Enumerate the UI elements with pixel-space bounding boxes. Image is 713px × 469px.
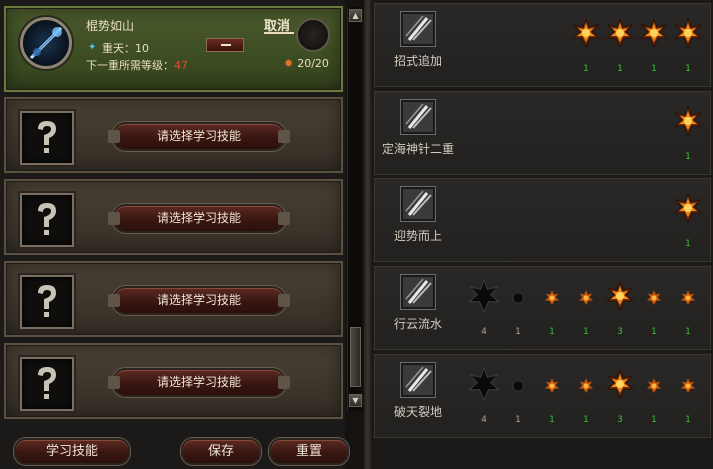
talent-level: 1 [651, 327, 657, 337]
talent-level: 1 [617, 64, 623, 74]
question-mark-icon[interactable] [20, 275, 74, 329]
talent-name: 迎势而上 [393, 229, 442, 243]
orange-gem-icon: ✹ [284, 57, 294, 70]
needle-talent-icon[interactable] [401, 12, 435, 46]
small-star-icon[interactable] [573, 373, 599, 399]
fire-star-icon[interactable] [605, 17, 635, 49]
fire-star-icon[interactable] [673, 17, 703, 49]
select-skill-button[interactable]: 请选择学习技能 [108, 122, 290, 151]
talent-row: 招式追加 1 1 1 1 [374, 3, 711, 87]
scroll-up-arrow-icon[interactable]: ▲ [349, 9, 362, 22]
talent-level: 1 [583, 415, 589, 425]
locked-node-icon[interactable] [507, 375, 529, 397]
active-skill-name: 棍势如山 [86, 19, 135, 33]
small-star-icon[interactable] [675, 373, 701, 399]
talent-level: 1 [515, 415, 521, 425]
talent-name: 招式追加 [393, 54, 442, 68]
small-star-icon[interactable] [539, 373, 565, 399]
tier-label: 重天：10 [102, 42, 149, 55]
question-mark-icon[interactable] [20, 193, 74, 247]
small-star-icon[interactable] [675, 285, 701, 311]
talent-level: 4 [481, 327, 487, 337]
select-skill-button[interactable]: 请选择学习技能 [108, 368, 290, 397]
locked-node-icon[interactable] [507, 287, 529, 309]
empty-skill-slot: 请选择学习技能 [4, 179, 343, 255]
talent-level: 4 [481, 415, 487, 425]
talent-level: 1 [685, 239, 691, 249]
talent-name: 定海神针二重 [381, 142, 454, 156]
talent-level: 1 [685, 415, 691, 425]
fire-star-icon[interactable] [605, 280, 635, 312]
fire-star-icon[interactable] [639, 17, 669, 49]
fire-star-icon[interactable] [673, 105, 703, 137]
needle-talent-icon[interactable] [401, 187, 435, 221]
needle-talent-icon[interactable] [401, 100, 435, 134]
talent-level: 3 [617, 327, 623, 337]
talent-level: 1 [685, 152, 691, 162]
needle-talent-icon[interactable] [401, 363, 435, 397]
fire-star-icon[interactable] [605, 368, 635, 400]
required-level-value: 47 [174, 59, 188, 72]
decrease-tier-button[interactable] [206, 38, 244, 52]
talent-row: 定海神针二重 1 [374, 91, 711, 175]
talent-name: 破天裂地 [393, 405, 442, 419]
select-skill-button[interactable]: 请选择学习技能 [108, 204, 290, 233]
question-mark-icon[interactable] [20, 111, 74, 165]
small-star-icon[interactable] [573, 285, 599, 311]
save-button[interactable]: 保存 [181, 438, 261, 465]
empty-skill-slot: 请选择学习技能 [4, 343, 343, 419]
active-skill-slot[interactable]: 棍势如山 取消 ✦ 重天：10 下一重所需等级：47 ✹ 20/20 [4, 6, 343, 92]
learn-skill-button[interactable]: 学习技能 [14, 438, 130, 465]
required-level-row: 下一重所需等级：47 [86, 57, 188, 73]
skill-slot-panel: 棍势如山 取消 ✦ 重天：10 下一重所需等级：47 ✹ 20/20 请选择学习… [0, 0, 349, 469]
slot-scrollbar[interactable]: ▲ ▼ [347, 7, 362, 411]
small-star-icon[interactable] [539, 285, 565, 311]
talent-row: 行云流水 4 1 1 1 3 1 1 [374, 266, 711, 350]
select-skill-button[interactable]: 请选择学习技能 [108, 286, 290, 315]
talent-tree-panel: 招式追加 1 1 1 1 定海神针二重 1 迎势而上 1 行云流水 4 1 1 1 3 1 1 破天裂地 4 1 1 1 3… [372, 0, 713, 469]
talent-level: 3 [617, 415, 623, 425]
required-level-label: 下一重所需等级： [86, 59, 174, 72]
reset-button[interactable]: 重置 [269, 438, 349, 465]
blue-gem-icon: ✦ [88, 42, 97, 53]
needle-talent-icon[interactable] [401, 275, 435, 309]
empty-round-slot[interactable] [296, 18, 330, 52]
talent-level: 1 [583, 327, 589, 337]
small-star-icon[interactable] [641, 373, 667, 399]
talent-level: 1 [549, 327, 555, 337]
talent-row: 破天裂地 4 1 1 1 3 1 1 [374, 354, 711, 438]
talent-name: 行云流水 [393, 317, 442, 331]
scrollbar-thumb[interactable] [350, 327, 361, 387]
talent-level: 1 [515, 327, 521, 337]
cancel-underline [264, 32, 294, 34]
fire-star-icon[interactable] [673, 192, 703, 224]
locked-star-icon[interactable] [467, 366, 501, 402]
fire-star-icon[interactable] [571, 17, 601, 49]
empty-skill-slot: 请选择学习技能 [4, 97, 343, 173]
talent-level: 1 [651, 415, 657, 425]
small-star-icon[interactable] [641, 285, 667, 311]
staff-skill-icon[interactable] [20, 17, 72, 69]
talent-level: 1 [685, 64, 691, 74]
talent-level: 1 [651, 64, 657, 74]
talent-level: 1 [685, 327, 691, 337]
skill-points-value: 20/20 [297, 57, 329, 70]
scroll-down-arrow-icon[interactable]: ▼ [349, 394, 362, 407]
talent-level: 1 [549, 415, 555, 425]
empty-skill-slot: 请选择学习技能 [4, 261, 343, 337]
tier-row: ✦ 重天：10 [88, 40, 149, 56]
question-mark-icon[interactable] [20, 357, 74, 411]
talent-row: 迎势而上 1 [374, 178, 711, 262]
skill-points: ✹ 20/20 [284, 57, 329, 70]
locked-star-icon[interactable] [467, 278, 501, 314]
talent-level: 1 [583, 64, 589, 74]
